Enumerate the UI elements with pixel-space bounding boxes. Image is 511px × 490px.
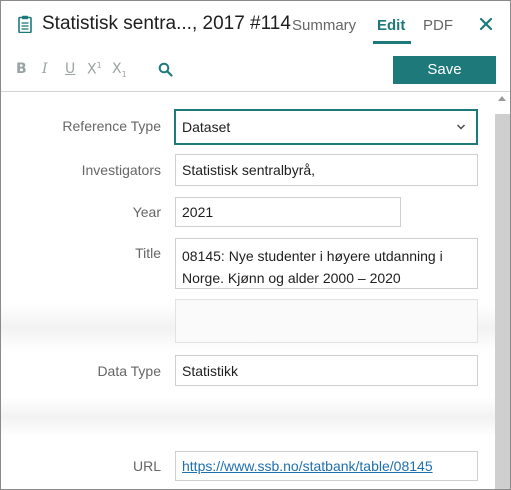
chevron-down-icon [457,124,465,130]
italic-button[interactable]: I [42,61,48,77]
edit-form: Reference Type Dataset Investigators Sta… [1,92,495,489]
superscript-button[interactable]: X1 [87,61,102,78]
clipboard-icon [18,15,32,33]
superscript-letter: X [87,61,97,78]
reference-type-label: Reference Type [62,118,161,134]
reference-editor-window: Statistisk sentra..., 2017 #114 Summary … [0,0,511,490]
url-label: URL [132,458,161,474]
year-field[interactable]: 2021 [175,197,401,227]
empty-field[interactable] [175,299,478,343]
investigators-label: Investigators [81,162,161,178]
subscript-mark: 1 [121,69,127,79]
data-type-label: Data Type [97,363,161,379]
save-button[interactable]: Save [393,56,496,84]
subscript-letter: X [112,61,122,77]
close-icon[interactable] [479,17,493,31]
reference-title: Statistisk sentra..., 2017 #114 [42,13,291,34]
title-label: Title [135,245,161,261]
url-link[interactable]: https://www.ssb.no/statbank/table/08145 [175,451,478,481]
reference-type-value: Dataset [182,119,231,135]
bold-button[interactable]: B [16,61,27,77]
title-field[interactable]: 08145: Nye studenter i høyere utdanning … [175,238,478,289]
subscript-button[interactable]: X1 [112,61,127,79]
data-type-field[interactable]: Statistikk [175,355,478,386]
scrollbar-thumb[interactable] [495,114,510,489]
year-label: Year [132,204,161,220]
active-tab-indicator [373,41,411,44]
tab-edit[interactable]: Edit [377,17,405,34]
superscript-mark: 1 [96,61,102,70]
investigators-field[interactable]: Statistisk sentralbyrå, [175,154,478,186]
search-icon[interactable] [158,62,173,77]
underline-button[interactable]: U [65,61,75,77]
field-shade-2 [1,397,495,437]
tab-pdf[interactable]: PDF [423,17,453,34]
tab-summary[interactable]: Summary [292,17,356,34]
reference-type-select[interactable]: Dataset [174,109,478,145]
scroll-up-arrow-icon[interactable] [498,96,506,101]
editor-header: Statistisk sentra..., 2017 #114 Summary … [1,1,510,48]
